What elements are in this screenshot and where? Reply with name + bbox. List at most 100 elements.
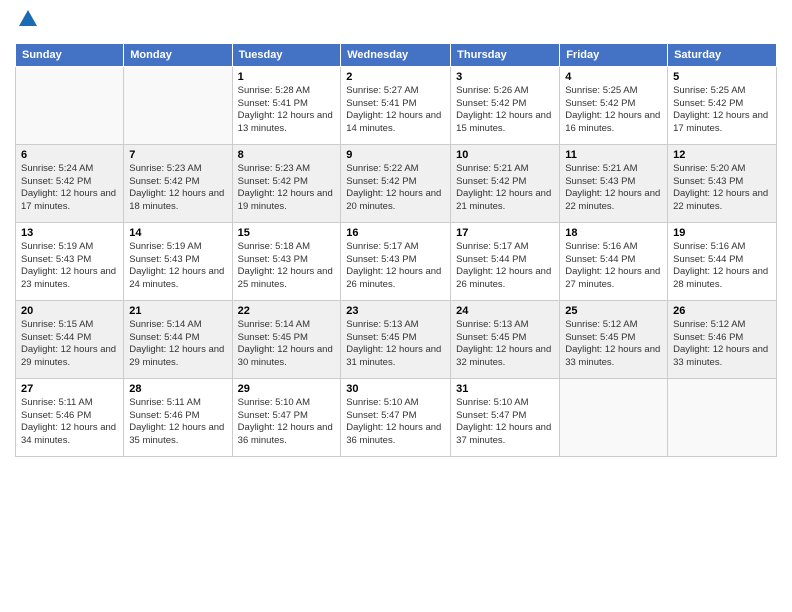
calendar-day-cell: 10Sunrise: 5:21 AMSunset: 5:42 PMDayligh… [451, 144, 560, 222]
day-info: Sunrise: 5:23 AMSunset: 5:42 PMDaylight:… [238, 163, 333, 212]
calendar-day-cell [124, 66, 232, 144]
calendar-day-cell: 18Sunrise: 5:16 AMSunset: 5:44 PMDayligh… [560, 222, 668, 300]
day-number: 4 [565, 71, 662, 83]
day-info: Sunrise: 5:14 AMSunset: 5:45 PMDaylight:… [238, 319, 333, 368]
day-number: 9 [346, 149, 445, 161]
day-number: 25 [565, 305, 662, 317]
logo [15, 10, 39, 35]
calendar-header-row: SundayMondayTuesdayWednesdayThursdayFrid… [16, 43, 777, 66]
day-info: Sunrise: 5:17 AMSunset: 5:43 PMDaylight:… [346, 241, 441, 290]
day-number: 28 [129, 383, 226, 395]
calendar-day-cell: 21 Sunrise: 5:14 AMSunset: 5:44 PMDayligh… [124, 300, 232, 378]
day-number: 15 [238, 227, 336, 239]
day-info: Sunrise: 5:18 AMSunset: 5:43 PMDaylight:… [238, 241, 333, 290]
calendar-day-cell: 1 Sunrise: 5:28 AMSunset: 5:41 PMDaylight… [232, 66, 341, 144]
day-info: Sunrise: 5:13 AMSunset: 5:45 PMDaylight:… [346, 319, 441, 368]
day-info: Sunrise: 5:11 AMSunset: 5:46 PMDaylight:… [21, 397, 116, 446]
day-info: Sunrise: 5:26 AMSunset: 5:42 PMDaylight:… [456, 85, 551, 134]
day-info: Sunrise: 5:20 AMSunset: 5:43 PMDaylight:… [673, 163, 768, 212]
day-info: Sunrise: 5:17 AMSunset: 5:44 PMDaylight:… [456, 241, 551, 290]
day-info: Sunrise: 5:10 AMSunset: 5:47 PMDaylight:… [238, 397, 333, 446]
day-number: 21 [129, 305, 226, 317]
day-number: 26 [673, 305, 771, 317]
day-info: Sunrise: 5:24 AMSunset: 5:42 PMDaylight:… [21, 163, 116, 212]
calendar-day-cell: 17 Sunrise: 5:17 AMSunset: 5:44 PMDayligh… [451, 222, 560, 300]
day-info: Sunrise: 5:14 AMSunset: 5:44 PMDaylight:… [129, 319, 224, 368]
calendar-day-cell: 22Sunrise: 5:14 AMSunset: 5:45 PMDayligh… [232, 300, 341, 378]
calendar-day-cell: 26 Sunrise: 5:12 AMSunset: 5:46 PMDayligh… [668, 300, 777, 378]
calendar-day-cell: 31 Sunrise: 5:10 AMSunset: 5:47 PMDayligh… [451, 378, 560, 456]
day-number: 11 [565, 149, 662, 161]
calendar-day-cell: 16 Sunrise: 5:17 AMSunset: 5:43 PMDayligh… [341, 222, 451, 300]
day-number: 5 [673, 71, 771, 83]
day-info: Sunrise: 5:15 AMSunset: 5:44 PMDaylight:… [21, 319, 116, 368]
day-number: 20 [21, 305, 118, 317]
calendar-day-cell: 28Sunrise: 5:11 AMSunset: 5:46 PMDayligh… [124, 378, 232, 456]
calendar-day-cell: 14Sunrise: 5:19 AMSunset: 5:43 PMDayligh… [124, 222, 232, 300]
day-number: 2 [346, 71, 445, 83]
day-info: Sunrise: 5:10 AMSunset: 5:47 PMDaylight:… [456, 397, 551, 446]
day-number: 30 [346, 383, 445, 395]
day-number: 29 [238, 383, 336, 395]
day-number: 7 [129, 149, 226, 161]
calendar-day-cell: 3 Sunrise: 5:26 AMSunset: 5:42 PMDaylight… [451, 66, 560, 144]
calendar-day-cell: 15 Sunrise: 5:18 AMSunset: 5:43 PMDayligh… [232, 222, 341, 300]
page: SundayMondayTuesdayWednesdayThursdayFrid… [0, 0, 792, 612]
day-info: Sunrise: 5:22 AMSunset: 5:42 PMDaylight:… [346, 163, 441, 212]
calendar-week-row: 20 Sunrise: 5:15 AMSunset: 5:44 PMDayligh… [16, 300, 777, 378]
calendar-week-row: 13 Sunrise: 5:19 AMSunset: 5:43 PMDayligh… [16, 222, 777, 300]
calendar-day-cell: 23 Sunrise: 5:13 AMSunset: 5:45 PMDayligh… [341, 300, 451, 378]
calendar-day-header: Sunday [16, 43, 124, 66]
day-number: 12 [673, 149, 771, 161]
day-number: 23 [346, 305, 445, 317]
day-info: Sunrise: 5:10 AMSunset: 5:47 PMDaylight:… [346, 397, 441, 446]
day-info: Sunrise: 5:16 AMSunset: 5:44 PMDaylight:… [565, 241, 660, 290]
calendar-day-cell: 12 Sunrise: 5:20 AMSunset: 5:43 PMDayligh… [668, 144, 777, 222]
calendar-day-cell [560, 378, 668, 456]
day-info: Sunrise: 5:21 AMSunset: 5:42 PMDaylight:… [456, 163, 551, 212]
day-number: 31 [456, 383, 554, 395]
calendar-day-cell: 11 Sunrise: 5:21 AMSunset: 5:43 PMDayligh… [560, 144, 668, 222]
calendar-day-cell: 7Sunrise: 5:23 AMSunset: 5:42 PMDaylight… [124, 144, 232, 222]
calendar-day-cell: 19 Sunrise: 5:16 AMSunset: 5:44 PMDayligh… [668, 222, 777, 300]
day-info: Sunrise: 5:12 AMSunset: 5:46 PMDaylight:… [673, 319, 768, 368]
calendar-day-cell: 20 Sunrise: 5:15 AMSunset: 5:44 PMDayligh… [16, 300, 124, 378]
day-number: 8 [238, 149, 336, 161]
header [15, 10, 777, 35]
day-info: Sunrise: 5:21 AMSunset: 5:43 PMDaylight:… [565, 163, 660, 212]
day-number: 19 [673, 227, 771, 239]
calendar-day-header: Saturday [668, 43, 777, 66]
logo-icon [17, 8, 39, 30]
calendar-day-cell: 9 Sunrise: 5:22 AMSunset: 5:42 PMDaylight… [341, 144, 451, 222]
calendar-day-cell: 27Sunrise: 5:11 AMSunset: 5:46 PMDayligh… [16, 378, 124, 456]
day-number: 16 [346, 227, 445, 239]
day-number: 3 [456, 71, 554, 83]
day-info: Sunrise: 5:19 AMSunset: 5:43 PMDaylight:… [21, 241, 116, 290]
calendar-week-row: 6 Sunrise: 5:24 AMSunset: 5:42 PMDaylight… [16, 144, 777, 222]
day-number: 14 [129, 227, 226, 239]
day-info: Sunrise: 5:25 AMSunset: 5:42 PMDaylight:… [565, 85, 660, 134]
calendar-day-cell: 5 Sunrise: 5:25 AMSunset: 5:42 PMDaylight… [668, 66, 777, 144]
day-number: 24 [456, 305, 554, 317]
day-info: Sunrise: 5:16 AMSunset: 5:44 PMDaylight:… [673, 241, 768, 290]
day-info: Sunrise: 5:28 AMSunset: 5:41 PMDaylight:… [238, 85, 333, 134]
calendar-table: SundayMondayTuesdayWednesdayThursdayFrid… [15, 43, 777, 457]
calendar-day-header: Tuesday [232, 43, 341, 66]
day-info: Sunrise: 5:25 AMSunset: 5:42 PMDaylight:… [673, 85, 768, 134]
day-number: 1 [238, 71, 336, 83]
day-number: 6 [21, 149, 118, 161]
logo-text [15, 10, 39, 35]
day-info: Sunrise: 5:13 AMSunset: 5:45 PMDaylight:… [456, 319, 551, 368]
calendar-day-header: Wednesday [341, 43, 451, 66]
calendar-day-header: Friday [560, 43, 668, 66]
calendar-day-cell: 8 Sunrise: 5:23 AMSunset: 5:42 PMDaylight… [232, 144, 341, 222]
calendar-day-cell: 29 Sunrise: 5:10 AMSunset: 5:47 PMDayligh… [232, 378, 341, 456]
day-number: 17 [456, 227, 554, 239]
day-number: 13 [21, 227, 118, 239]
calendar-day-cell: 13 Sunrise: 5:19 AMSunset: 5:43 PMDayligh… [16, 222, 124, 300]
calendar-day-cell: 24 Sunrise: 5:13 AMSunset: 5:45 PMDayligh… [451, 300, 560, 378]
calendar-week-row: 27Sunrise: 5:11 AMSunset: 5:46 PMDayligh… [16, 378, 777, 456]
calendar-day-cell: 25Sunrise: 5:12 AMSunset: 5:45 PMDayligh… [560, 300, 668, 378]
day-info: Sunrise: 5:27 AMSunset: 5:41 PMDaylight:… [346, 85, 441, 134]
calendar-day-cell: 6 Sunrise: 5:24 AMSunset: 5:42 PMDaylight… [16, 144, 124, 222]
